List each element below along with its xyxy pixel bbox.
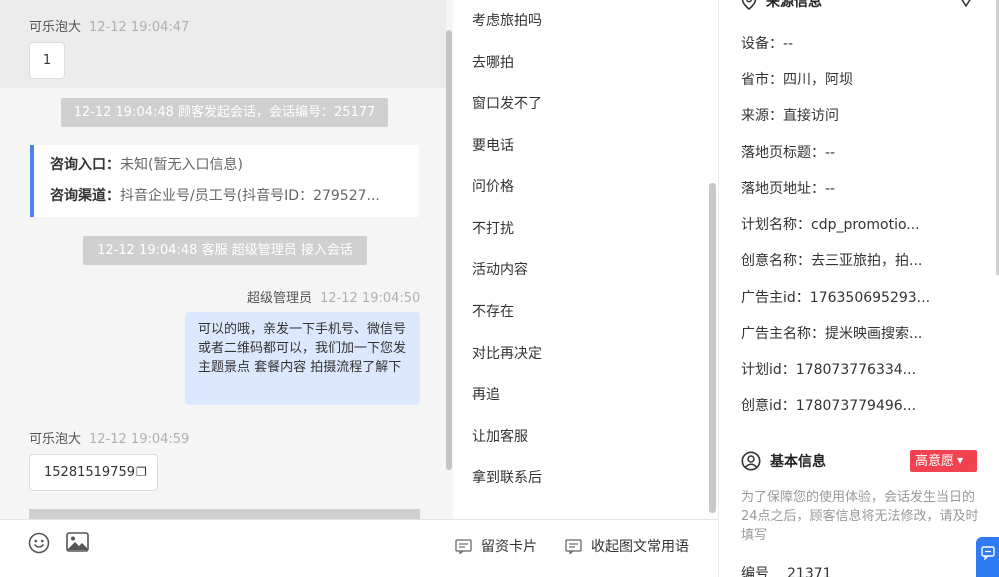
lead-card-label: 留资卡片 bbox=[481, 539, 537, 555]
compose-toolbar: 留资卡片 收起图文常用语 bbox=[0, 519, 718, 577]
consult-entry-row: 咨询入口：未知(暂无入口信息) bbox=[50, 153, 419, 184]
system-note: 12-12 19:04:48 顾客发起会话，会话编号：25177 bbox=[61, 98, 388, 127]
message-time: 12-12 19:04:59 bbox=[89, 432, 190, 447]
collapse-phrases-label: 收起图文常用语 bbox=[591, 539, 689, 555]
info-label: 创意id： bbox=[741, 398, 796, 414]
quick-phrase-item[interactable]: 窗口发不了 bbox=[472, 93, 542, 113]
consult-channel-label: 咨询渠道： bbox=[50, 188, 120, 204]
info-row-creative-id: 创意id：178073779496... bbox=[741, 395, 916, 415]
info-value: cdp_promotio... bbox=[811, 217, 920, 233]
basic-info-title: 基本信息 bbox=[770, 454, 826, 470]
message-time: 12-12 19:04:50 bbox=[320, 291, 421, 306]
info-row-region: 省市：四川，阿坝 bbox=[741, 69, 853, 89]
info-label: 省市： bbox=[741, 72, 783, 88]
consult-channel-row: 咨询渠道：抖音企业号/员工号(抖音号ID：279527... bbox=[50, 184, 419, 215]
message-time: 12-12 19:04:47 bbox=[89, 20, 190, 35]
info-value: 直接访问 bbox=[783, 108, 839, 124]
chat-history[interactable]: 可乐泡大 12-12 19:04:47 1 12-12 19:04:48 顾客发起… bbox=[0, 0, 453, 577]
intent-level-label: 高意愿 bbox=[915, 454, 955, 469]
smile-icon[interactable] bbox=[28, 532, 50, 558]
info-value: 178073779496... bbox=[795, 398, 917, 414]
consult-entry-value: 未知(暂无入口信息) bbox=[120, 157, 243, 173]
customer-message-bubble: 1 bbox=[29, 42, 65, 79]
sender-name: 超级管理员 bbox=[247, 291, 313, 306]
info-value: -- bbox=[825, 181, 836, 197]
info-row-plan-id: 计划id：178073776334... bbox=[741, 359, 916, 379]
source-info-header: 来源信息 bbox=[741, 0, 822, 11]
image-icon[interactable] bbox=[66, 532, 89, 556]
quick-phrase-item[interactable]: 再追 bbox=[472, 384, 500, 404]
agent-message-bubble: 可以的哦，亲发一下手机号、微信号或者二维码都可以，我们加一下您发主题景点 套餐内… bbox=[185, 312, 420, 405]
info-label: 计划id： bbox=[741, 362, 796, 378]
consult-info-card: 咨询入口：未知(暂无入口信息) 咨询渠道：抖音企业号/员工号(抖音号ID：279… bbox=[30, 145, 419, 217]
customer-message-meta: 可乐泡大 12-12 19:04:59 bbox=[29, 428, 189, 447]
quick-phrase-item[interactable]: 去哪拍 bbox=[472, 52, 514, 72]
info-value: -- bbox=[783, 36, 794, 52]
quick-phrase-item[interactable]: 考虑旅拍吗 bbox=[472, 10, 542, 30]
user-circle-icon bbox=[741, 451, 761, 471]
intent-level-dropdown[interactable]: 高意愿 ▼ bbox=[910, 450, 977, 472]
quick-phrase-item[interactable]: 不打扰 bbox=[472, 218, 514, 238]
basic-info-header: 基本信息 bbox=[741, 451, 826, 471]
info-row-id: 编号 21371 bbox=[741, 563, 832, 577]
phone-number-text: 15281519759 bbox=[44, 465, 135, 480]
info-label: 广告主名称： bbox=[741, 326, 825, 342]
quick-phrase-item[interactable]: 要电话 bbox=[472, 135, 514, 155]
agent-message-meta: 超级管理员 12-12 19:04:50 bbox=[247, 287, 420, 306]
info-label: 编号 bbox=[741, 566, 769, 577]
collapse-phrases-button[interactable]: 收起图文常用语 bbox=[565, 536, 689, 556]
info-value: -- bbox=[825, 145, 836, 161]
edit-icon[interactable] bbox=[957, 0, 975, 12]
floating-chat-button[interactable] bbox=[976, 537, 999, 577]
info-label: 广告主id： bbox=[741, 290, 810, 306]
quick-phrase-item[interactable]: 让加客服 bbox=[472, 426, 528, 446]
quick-phrase-item[interactable]: 活动内容 bbox=[472, 259, 528, 279]
info-row-plan-name: 计划名称：cdp_promotio... bbox=[741, 214, 920, 234]
info-value: 去三亚旅拍，拍... bbox=[811, 253, 923, 269]
customer-message-meta: 可乐泡大 12-12 19:04:47 bbox=[29, 16, 189, 35]
info-row-landing-url: 落地页地址：-- bbox=[741, 178, 835, 198]
quick-phrase-scrollbar[interactable] bbox=[709, 183, 716, 513]
customer-message-bubble: 15281519759❐ bbox=[29, 454, 158, 491]
info-row-device: 设备：-- bbox=[741, 33, 793, 53]
quick-phrase-item[interactable]: 对比再决定 bbox=[472, 343, 542, 363]
info-label: 来源： bbox=[741, 108, 783, 124]
quick-phrase-list: 考虑旅拍吗 去哪拍 窗口发不了 要电话 问价格 不打扰 活动内容 不存在 对比再… bbox=[454, 0, 718, 519]
quick-phrase-item[interactable]: 拿到联系后 bbox=[472, 467, 542, 487]
lead-card-button[interactable]: 留资卡片 bbox=[455, 536, 537, 556]
sender-name: 可乐泡大 bbox=[29, 432, 82, 447]
info-row-advertiser-name: 广告主名称：提米映画搜索... bbox=[741, 323, 922, 343]
sender-name: 可乐泡大 bbox=[29, 20, 82, 35]
info-label: 落地页地址： bbox=[741, 181, 825, 197]
info-row-creative-name: 创意名称：去三亚旅拍，拍... bbox=[741, 250, 922, 270]
chat-icon bbox=[980, 546, 995, 560]
system-note: 12-12 19:04:48 客服 超级管理员 接入会话 bbox=[83, 236, 367, 265]
card-icon bbox=[455, 538, 472, 554]
quick-phrase-item[interactable]: 问价格 bbox=[472, 176, 514, 196]
info-label: 计划名称： bbox=[741, 217, 811, 233]
consult-entry-label: 咨询入口： bbox=[50, 157, 120, 173]
quick-phrase-item[interactable]: 不存在 bbox=[472, 301, 514, 321]
edit-notice: 为了保障您的使用体验，会话发生当日的24点之后，顾客信息将无法修改，请及时填写 bbox=[741, 490, 979, 543]
info-row-advertiser-id: 广告主id：176350695293... bbox=[741, 287, 930, 307]
copy-icon[interactable]: ❐ bbox=[136, 465, 147, 479]
consult-channel-value: 抖音企业号/员工号(抖音号ID：279527... bbox=[120, 188, 380, 204]
info-row-landing-title: 落地页标题：-- bbox=[741, 142, 835, 162]
chat-scrollbar[interactable] bbox=[446, 30, 452, 470]
location-icon bbox=[741, 0, 757, 10]
info-value: 176350695293... bbox=[809, 290, 931, 306]
info-value: 四川，阿坝 bbox=[783, 72, 853, 88]
info-label: 创意名称： bbox=[741, 253, 811, 269]
caret-down-icon: ▼ bbox=[957, 456, 964, 465]
highlighted-message-row bbox=[0, 0, 446, 88]
customer-info-panel: 来源信息 设备：-- 省市：四川，阿坝 来源：直接访问 落地页标题：-- 落地页… bbox=[718, 0, 999, 577]
info-value: 178073776334... bbox=[795, 362, 917, 378]
info-row-source: 来源：直接访问 bbox=[741, 105, 839, 125]
info-label: 落地页标题： bbox=[741, 145, 825, 161]
info-label: 设备： bbox=[741, 36, 783, 52]
source-info-title: 来源信息 bbox=[766, 0, 822, 10]
info-value: 21371 bbox=[787, 566, 832, 577]
info-value: 提米映画搜索... bbox=[825, 326, 923, 342]
message-icon bbox=[565, 538, 582, 554]
